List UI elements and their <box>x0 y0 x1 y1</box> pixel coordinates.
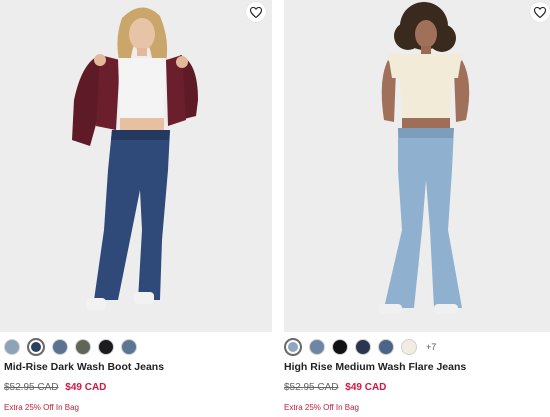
color-swatch[interactable] <box>378 339 394 355</box>
product-card[interactable]: +7 High Rise Medium Wash Flare Jeans $52… <box>284 0 550 417</box>
color-swatch[interactable] <box>4 339 20 355</box>
product-name[interactable]: High Rise Medium Wash Flare Jeans <box>284 361 466 373</box>
original-price: $52.95 CAD <box>284 382 339 393</box>
color-swatches <box>4 338 137 356</box>
color-swatch[interactable] <box>401 339 417 355</box>
color-swatch-selected[interactable] <box>27 338 45 356</box>
color-swatch[interactable] <box>332 339 348 355</box>
original-price: $52.95 CAD <box>4 382 59 393</box>
color-swatch[interactable] <box>75 339 91 355</box>
product-image[interactable] <box>284 0 550 332</box>
heart-icon <box>534 6 546 18</box>
sale-price: $49 CAD <box>65 382 107 393</box>
promo-text: Extra 25% Off In Bag <box>4 403 80 412</box>
promo-text: Extra 25% Off In Bag <box>284 403 360 412</box>
color-swatch-selected[interactable] <box>284 338 302 356</box>
color-swatch[interactable] <box>121 339 137 355</box>
wishlist-heart-button[interactable] <box>246 2 266 22</box>
price: $52.95 CAD $49 CAD <box>4 382 106 393</box>
color-swatch[interactable] <box>98 339 114 355</box>
wishlist-heart-button[interactable] <box>530 2 550 22</box>
color-swatch[interactable] <box>355 339 371 355</box>
color-swatch[interactable] <box>52 339 68 355</box>
sale-price: $49 CAD <box>345 382 387 393</box>
color-swatch[interactable] <box>309 339 325 355</box>
product-card[interactable]: Mid-Rise Dark Wash Boot Jeans $52.95 CAD… <box>0 0 272 417</box>
product-image[interactable] <box>0 0 272 332</box>
price: $52.95 CAD $49 CAD <box>284 382 386 393</box>
model-photo <box>378 2 470 314</box>
heart-icon <box>250 6 262 18</box>
more-colors-link[interactable]: +7 <box>426 342 436 352</box>
model-photo <box>72 7 198 310</box>
product-name[interactable]: Mid-Rise Dark Wash Boot Jeans <box>4 361 164 373</box>
color-swatches: +7 <box>284 338 436 356</box>
